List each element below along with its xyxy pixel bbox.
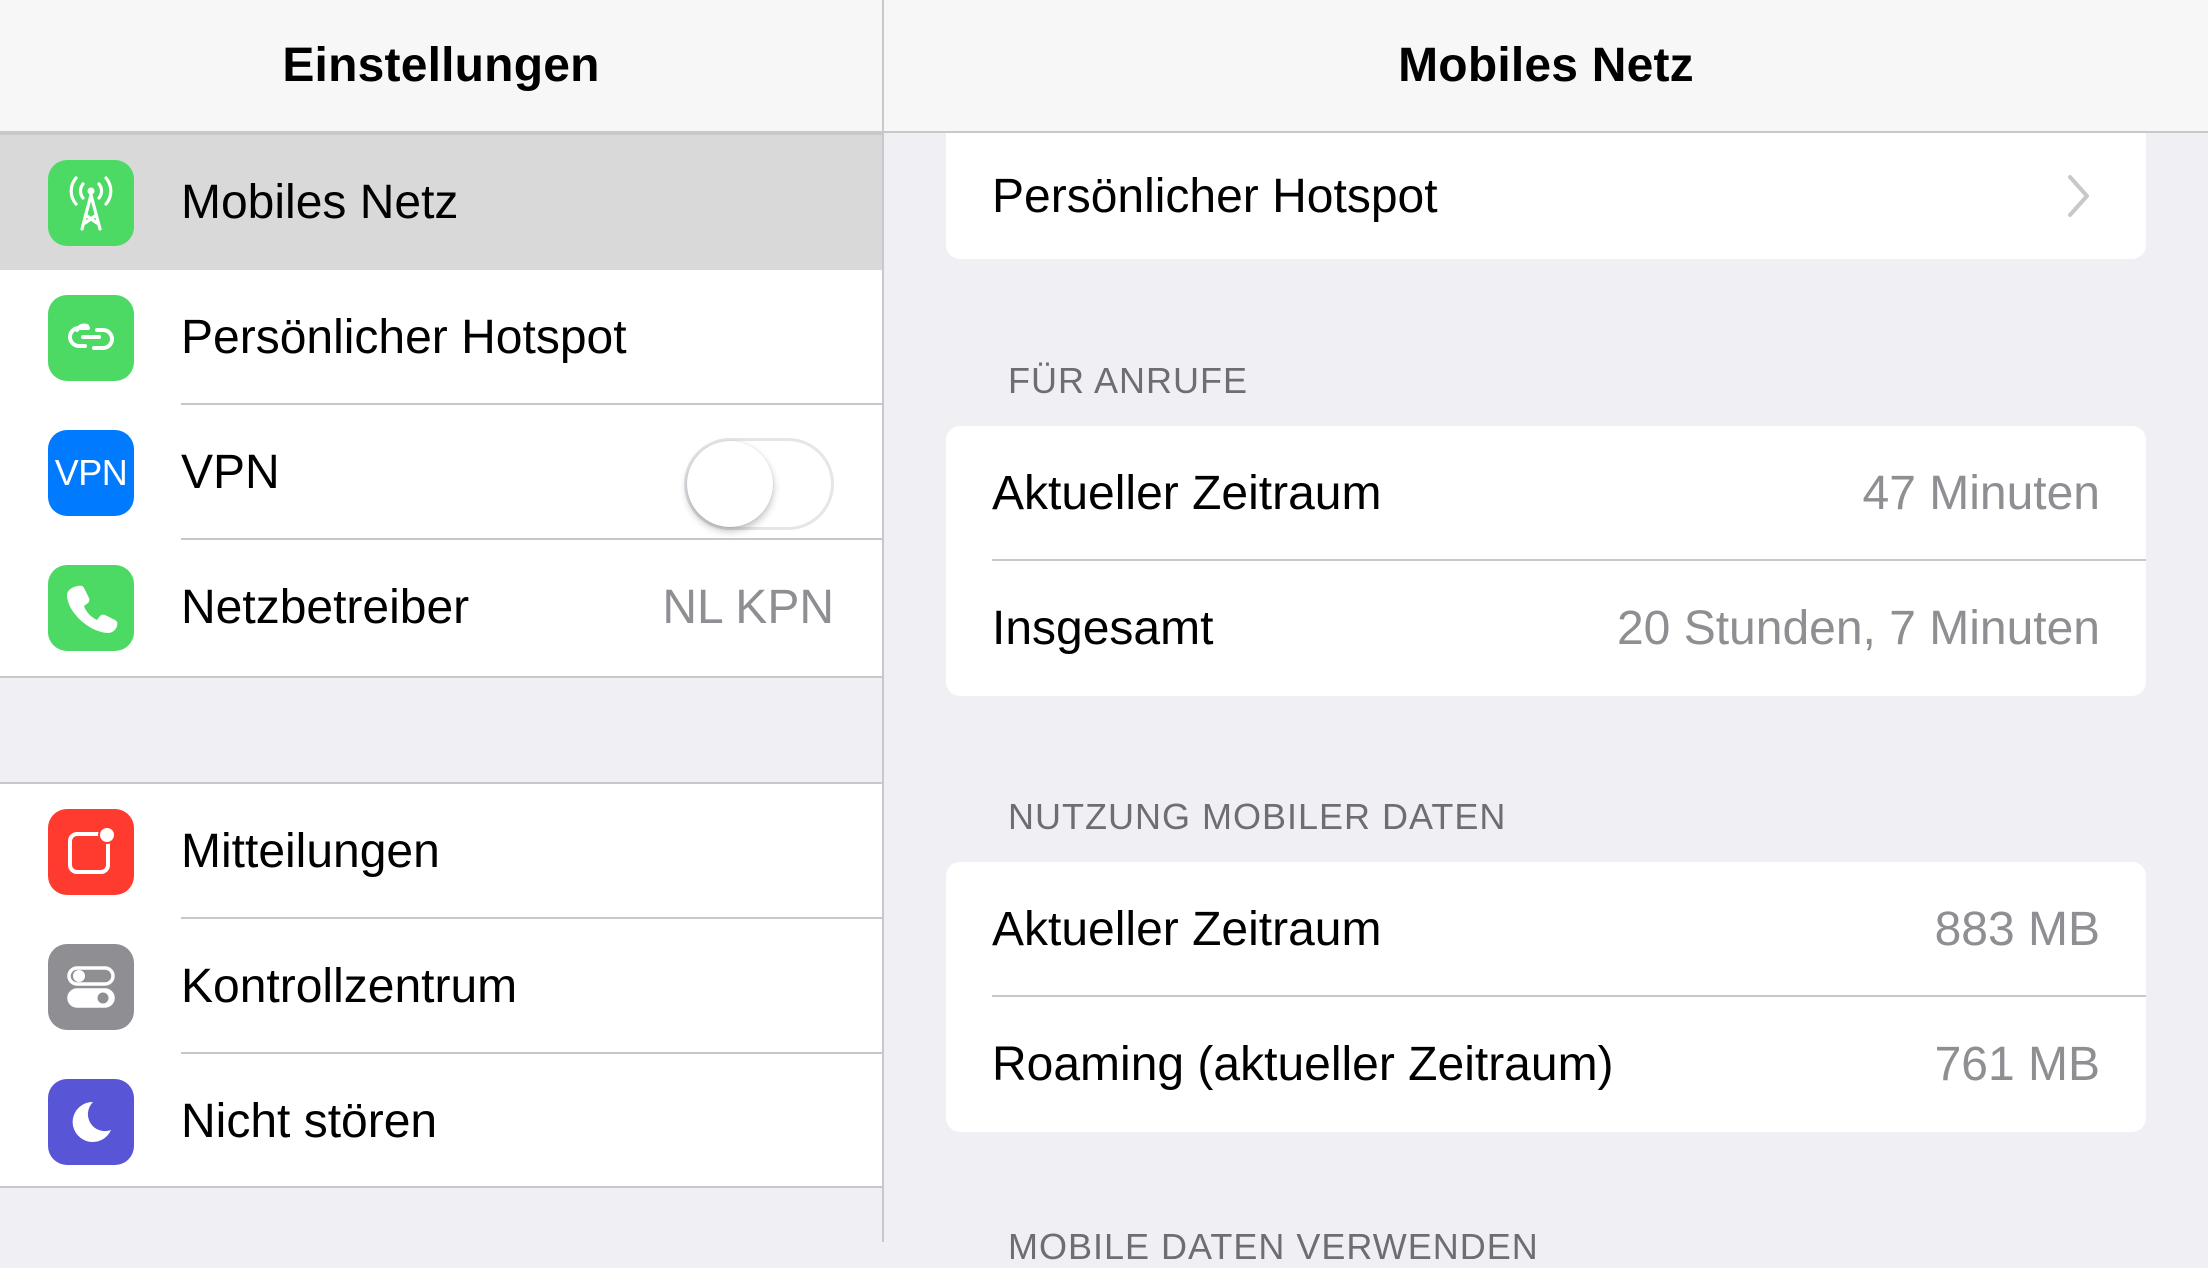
cellular-antenna-icon [48,160,134,246]
sidebar-title: Einstellungen [282,39,600,92]
control-center-icon [48,944,134,1030]
sidebar-item-mitteilungen[interactable]: Mitteilungen [0,784,882,919]
settings-app: Einstellungen Mobiles Netz Persönlicher … [0,0,2208,1267]
data-row-roaming: Roaming (aktueller Zeitraum) 761 MB [946,997,2146,1132]
vpn-toggle[interactable] [684,438,834,530]
sidebar-group-system: Mitteilungen Kontrollzentrum Nicht störe… [0,782,882,1188]
row-label: Insgesamt [992,602,1214,655]
sidebar-item-mobiles-netz[interactable]: Mobiles Netz [0,135,882,270]
detail-title: Mobiles Netz [1398,39,1694,92]
row-value: 20 Stunden, 7 Minuten [1616,602,2100,655]
moon-icon [48,1079,134,1165]
hotspot-label: Persönlicher Hotspot [992,169,1438,223]
chevron-right-icon [2068,175,2089,217]
sidebar-item-label: VPN [181,446,280,499]
row-label: Aktueller Zeitraum [992,903,1382,956]
row-label: Aktueller Zeitraum [992,467,1382,520]
sidebar-item-kontrollzentrum[interactable]: Kontrollzentrum [0,919,882,1054]
sidebar-navbar: Einstellungen [0,0,882,133]
detail-navbar: Mobiles Netz [884,0,2208,133]
sidebar-item-label: Nicht stören [181,1095,438,1148]
detail-pane: Mobiles Netz Persönlicher Hotspot FÜR AN… [884,0,2208,1267]
sidebar-item-netzbetreiber[interactable]: Netzbetreiber NL KPN [0,540,882,675]
vpn-icon-text: VPN [54,452,128,493]
carrier-value: NL KPN [662,581,834,634]
toggle-knob [687,441,773,527]
sidebar-item-label: Kontrollzentrum [181,960,518,1013]
section-header-calls: FÜR ANRUFE [1008,360,1249,401]
hotspot-card: Persönlicher Hotspot [946,133,2146,259]
sidebar-group-network: Mobiles Netz Persönlicher Hotspot VPN VP… [0,133,882,678]
row-value: 883 MB [1934,903,2100,956]
sidebar-item-nicht-stoeren[interactable]: Nicht stören [0,1054,882,1189]
sidebar-item-label: Mobiles Netz [181,176,459,229]
sidebar-item-label: Mitteilungen [181,825,440,878]
calls-row-total: Insgesamt 20 Stunden, 7 Minuten [946,561,2146,696]
row-label: Roaming (aktueller Zeitraum) [992,1038,1614,1091]
sidebar-item-vpn[interactable]: VPN VPN [0,405,882,540]
notifications-icon [48,809,134,895]
sidebar-item-label: Netzbetreiber [181,581,470,634]
calls-card: Aktueller Zeitraum 47 Minuten Insgesamt … [946,426,2146,696]
hotspot-link-icon [48,295,134,381]
sidebar-item-persoenlicher-hotspot[interactable]: Persönlicher Hotspot [0,270,882,405]
phone-icon [48,565,134,651]
calls-row-current: Aktueller Zeitraum 47 Minuten [946,426,2146,561]
vpn-icon: VPN [48,430,134,516]
section-header-use-mobile-data: MOBILE DATEN VERWENDEN [1008,1226,1539,1267]
settings-sidebar: Einstellungen Mobiles Netz Persönlicher … [0,0,884,1242]
hotspot-row[interactable]: Persönlicher Hotspot [946,133,2146,259]
row-value: 761 MB [1934,1038,2100,1091]
section-header-data-usage: NUTZUNG MOBILER DATEN [1008,796,1507,837]
sidebar-item-label: Persönlicher Hotspot [181,311,627,364]
data-usage-card: Aktueller Zeitraum 883 MB Roaming (aktue… [946,862,2146,1132]
row-value: 47 Minuten [1862,467,2101,520]
data-row-current: Aktueller Zeitraum 883 MB [946,862,2146,997]
